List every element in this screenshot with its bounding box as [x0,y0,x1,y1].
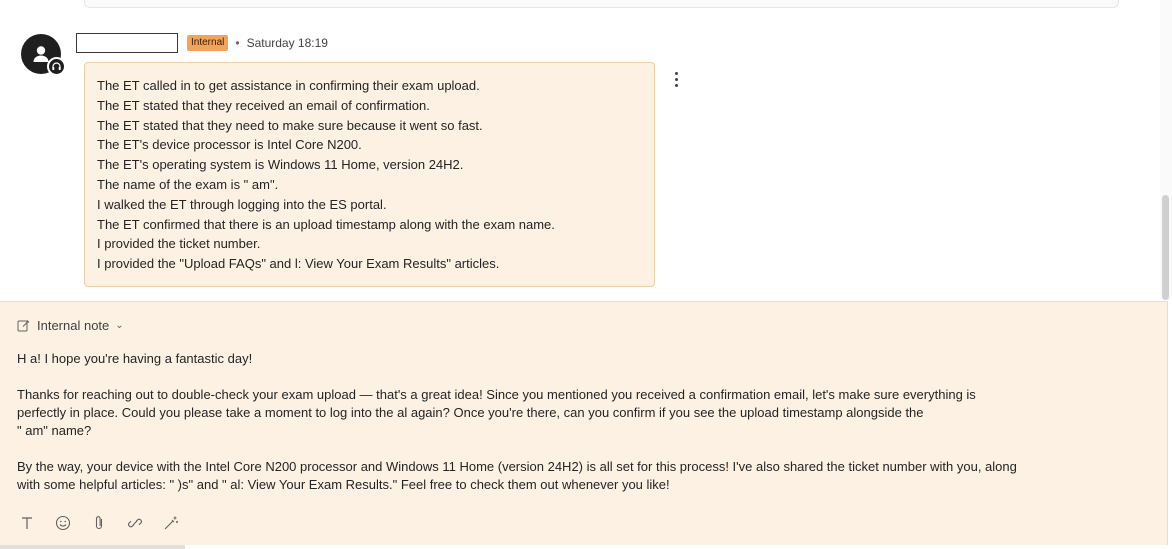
scrollbar-thumb[interactable] [1162,195,1169,300]
message-line: The ET confirmed that there is an upload… [97,216,555,232]
message-line: The ET stated that they received an emai… [97,97,430,113]
message-line: I provided the ticket number. [97,236,261,252]
link-icon [128,518,142,528]
message-line: I walked the ET through logging into the… [97,196,387,212]
internal-badge: Internal [187,35,229,51]
magic-wand-button[interactable] [160,512,182,534]
note-type-dropdown[interactable]: Internal note ⌄ [17,318,124,333]
more-options-button[interactable] [667,68,685,90]
message-timestamp: Saturday 18:19 [246,36,328,50]
message-line: The name of the exam is " am". [97,176,279,192]
composer-toolbar [16,512,182,534]
previous-message-card [84,0,1119,8]
composer-line: H a! I hope you're having a fantastic da… [17,351,253,366]
status-strip [0,545,185,549]
composer-line: By the way, your device with the Intel C… [17,459,1017,474]
message-line: The ET stated that they need to make sur… [97,117,483,133]
chevron-down-icon: ⌄ [115,320,124,331]
author-name [76,33,178,53]
composer-paragraph: By the way, your device with the Intel C… [17,458,1137,494]
message-header: Internal • Saturday 18:19 [76,33,328,53]
reply-composer[interactable]: Internal note ⌄ H a! I hope you're havin… [0,301,1168,545]
separator-dot: • [235,36,240,50]
composer-paragraph: Thanks for reaching out to double-check … [17,386,1137,440]
more-vertical-icon [674,71,678,75]
composer-line: with some helpful articles: " )s" and " … [17,477,670,492]
composer-line: perfectly in place. Could you please tak… [17,405,924,420]
internal-message-bubble: The ET called in to get assistance in co… [84,62,655,287]
emoji-icon [55,515,71,531]
composer-line: " am" name? [17,423,92,438]
text-format-button[interactable] [16,512,38,534]
attach-button[interactable] [88,512,110,534]
message-line: I provided the "Upload FAQs" and l: View… [97,256,500,272]
magic-wand-icon [164,516,178,530]
message-line: The ET called in to get assistance in co… [97,78,480,93]
conversation-view: Internal • Saturday 18:19 The ET called … [0,0,1172,549]
note-type-label: Internal note [37,318,110,333]
headset-icon [52,62,61,70]
composer-line: Thanks for reaching out to double-check … [17,387,976,402]
message-line: The ET's operating system is Windows 11 … [97,157,464,173]
emoji-button[interactable] [52,512,74,534]
composer-text-area[interactable]: H a! I hope you're having a fantastic da… [17,350,1137,512]
note-edit-icon [17,320,30,332]
composer-paragraph: H a! I hope you're having a fantastic da… [17,350,1137,368]
message-line: The ET's device processor is Intel Core … [97,137,362,153]
text-format-icon [22,517,32,529]
agent-status-badge [47,57,66,76]
attach-icon [95,516,103,530]
link-button[interactable] [124,512,146,534]
